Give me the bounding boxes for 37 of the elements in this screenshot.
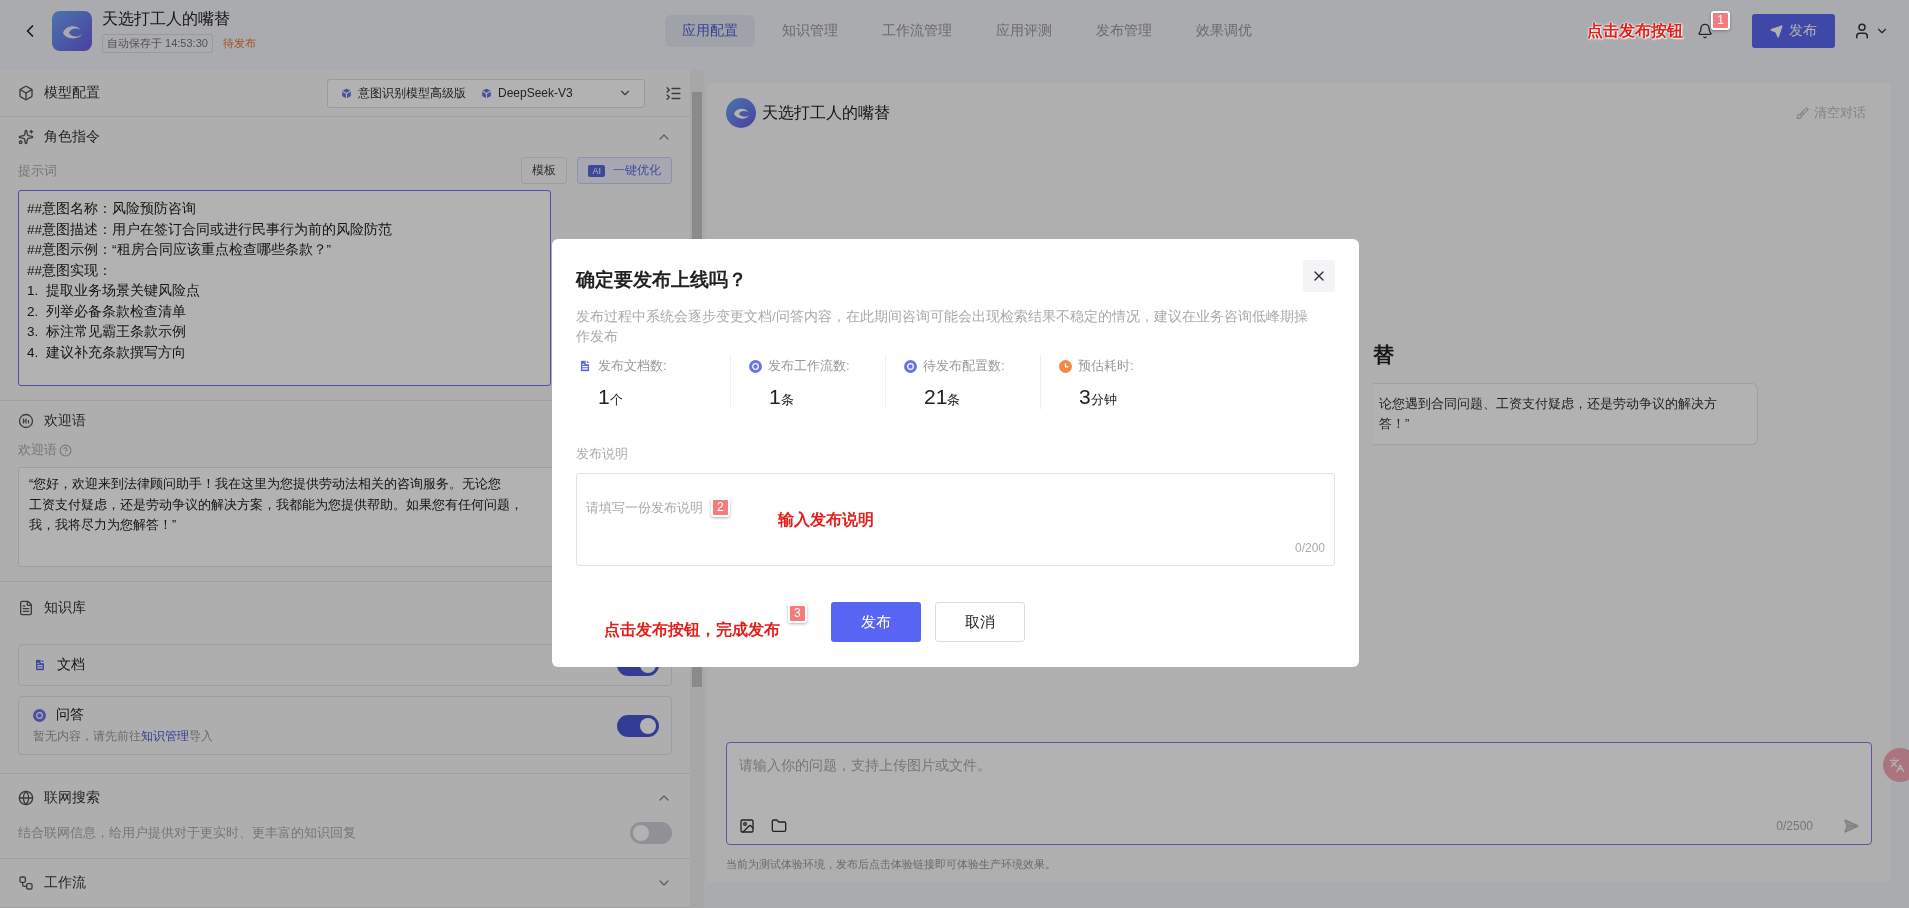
annotation-text: 点击发布按钮 — [1587, 20, 1684, 41]
stat-label: 发布文档数: — [598, 357, 667, 375]
model-name: 意图识别模型高级版 — [358, 84, 466, 102]
stat-label: 发布工作流数: — [768, 357, 850, 375]
stat-value: 3分钟 — [1079, 385, 1117, 409]
app-title: 天选打工人的嘴替 — [102, 9, 231, 29]
stat-value: 21条 — [924, 385, 961, 409]
knowledge-name: 问答 — [56, 706, 84, 724]
stat-value: 1个 — [598, 385, 623, 409]
model-name: DeepSeek-V3 — [498, 86, 573, 100]
annotation-text: 输入发布说明 — [777, 510, 874, 530]
section-title: 角色指令 — [44, 128, 100, 146]
footer-note: 当前为测试体验环境，发布后点击体验链接即可体验生产环境效果。 — [726, 857, 1057, 872]
section-title: 欢迎语 — [44, 412, 86, 430]
welcome-title: 替 — [1373, 342, 1395, 368]
char-counter: 0/2500 — [1776, 819, 1813, 833]
knowledge-name: 文档 — [57, 656, 85, 674]
stat-label: 预估耗时: — [1078, 357, 1134, 375]
field-label: 发布说明 — [576, 445, 628, 463]
hint-text: 暂无内容，请先前往知识管理导入 — [33, 728, 213, 745]
status-label: 待发布 — [222, 36, 256, 51]
stat-label: 待发布配置数: — [923, 357, 1005, 375]
section-title: 知识库 — [44, 599, 86, 617]
char-counter: 0/200 — [1294, 541, 1325, 555]
step-number: 3 — [788, 603, 807, 623]
section-title: 工作流 — [44, 874, 86, 892]
step-number: 2 — [711, 498, 730, 517]
dialog-description: 发布过程中系统会逐步变更文档/问答内容，在此期间咨询可能会出现检索结果不稳定的情况，建议在业务咨询低峰期操作发布 — [576, 308, 1309, 346]
section-title: 模型配置 — [44, 84, 100, 102]
autosave-time: 自动保存于 14:53:30 — [102, 34, 213, 53]
stat-value: 1条 — [769, 385, 794, 409]
annotation-text: 点击发布按钮，完成发布 — [604, 619, 780, 640]
chat-title: 天选打工人的嘴替 — [762, 102, 890, 123]
dialog-title: 确定要发布上线吗？ — [576, 268, 747, 292]
step-number: 1 — [1711, 10, 1730, 30]
welcome-message: 论您遇到合同问题、工资支付疑虑，还是劳动争议的解决方 答！” — [1373, 383, 1758, 445]
section-title: 联网搜索 — [44, 789, 100, 807]
